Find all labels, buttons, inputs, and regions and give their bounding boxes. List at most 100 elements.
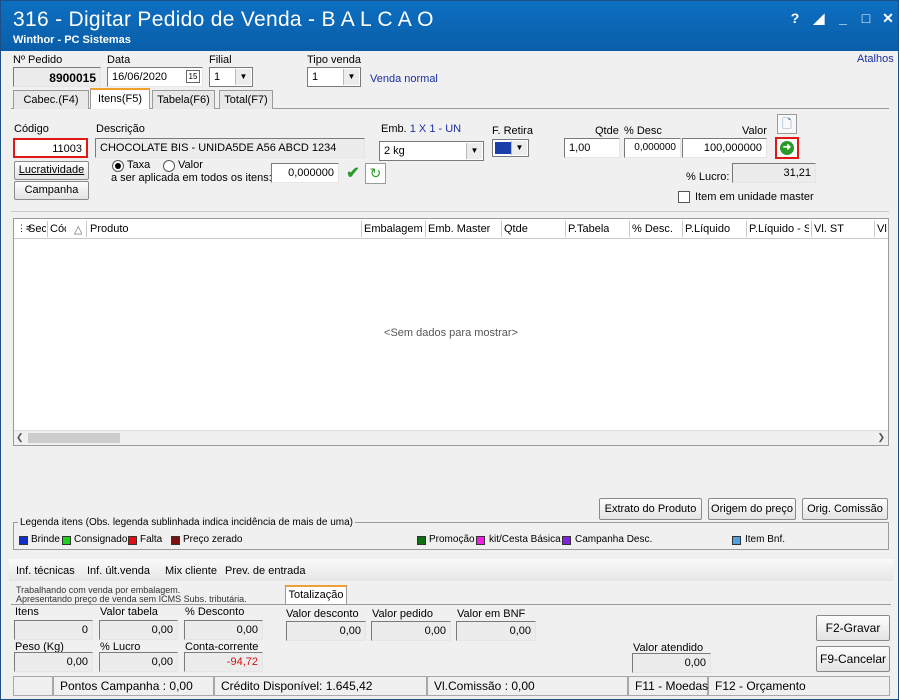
legend-campanha: Campanha Desc. (575, 534, 653, 545)
chevron-down-icon[interactable]: ▼ (235, 69, 251, 85)
status-moedas[interactable]: F11 - Moedas (628, 676, 708, 696)
col-vl[interactable]: Vl. (877, 223, 887, 235)
valor-desconto-field: 0,00 (286, 621, 366, 641)
col-qtde[interactable]: Qtde (504, 223, 528, 235)
orig-comissao-button[interactable]: Orig. Comissão (802, 498, 888, 520)
tab-totalizacao[interactable]: Totalização (285, 585, 347, 604)
scrollbar-thumb[interactable] (28, 433, 120, 443)
valor-field[interactable]: 100,000000 (682, 138, 767, 158)
gravar-button[interactable]: F2-Gravar (816, 615, 890, 641)
col-emb-master[interactable]: Emb. Master (428, 223, 490, 235)
status-orcamento[interactable]: F12 - Orçamento (708, 676, 890, 696)
data-field[interactable]: 16/06/2020 15 (107, 67, 203, 87)
desc-label: % Desc (624, 125, 662, 137)
atalhos-link[interactable]: Atalhos (857, 53, 894, 65)
close-icon[interactable]: ✕ (879, 9, 897, 27)
valor-pedido-label: Valor pedido (372, 608, 433, 620)
tab-inf-tecnicas[interactable]: Inf. técnicas (16, 565, 75, 577)
tipo-venda-desc: Venda normal (370, 73, 438, 85)
title-bar: 316 - Digitar Pedido de Venda - B A L C … (1, 1, 898, 51)
chevron-down-icon[interactable]: ▼ (466, 143, 482, 159)
legend-swatch-campanha (562, 536, 571, 545)
emb-info: 1 X 1 - UN (409, 123, 462, 135)
codigo-field[interactable]: 11003 (13, 138, 88, 158)
minimize-icon[interactable]: _ (834, 9, 852, 27)
scroll-right-icon[interactable]: ❯ (877, 432, 885, 443)
valor-bnf-field: 0,00 (456, 621, 536, 641)
fretira-label: F. Retira (492, 125, 533, 137)
main-window: 316 - Digitar Pedido de Venda - B A L C … (0, 0, 899, 700)
data-value: 16/06/2020 (112, 71, 168, 83)
legend-title: Legenda itens (Obs. legenda sublinhada i… (18, 517, 355, 528)
tab-total[interactable]: Total(F7) (219, 90, 273, 109)
emb-value: 2 kg (384, 145, 405, 157)
item-master-label: Item em unidade master (695, 191, 814, 203)
restore-icon[interactable]: ◢ (810, 9, 828, 27)
legend-swatch-preco-zerado (171, 536, 180, 545)
help-icon[interactable]: ? (786, 9, 804, 27)
window-subtitle: Winthor - PC Sistemas (13, 34, 131, 46)
emb-select[interactable]: 2 kg ▼ (379, 141, 484, 161)
codigo-label: Código (14, 123, 49, 135)
desc-field[interactable]: 0,000000 (624, 138, 681, 158)
qtde-field[interactable]: 1,00 (564, 138, 620, 158)
divider (11, 211, 889, 212)
filial-select[interactable]: 1 ▼ (209, 67, 253, 87)
legend-swatch-brinde (19, 536, 28, 545)
maximize-icon[interactable]: □ (857, 9, 875, 27)
document-icon[interactable]: 🗋 (777, 114, 797, 134)
items-grid[interactable]: ⋮≡ Sec Cóc △ Produto Embalagem Emb. Mast… (13, 218, 889, 446)
chevron-down-icon[interactable]: ▼ (511, 141, 527, 155)
tab-cabec[interactable]: Cabec.(F4) (13, 90, 89, 109)
cancelar-button[interactable]: F9-Cancelar (816, 646, 890, 672)
tab-inf-ult-venda[interactable]: Inf. últ.venda (87, 565, 150, 577)
tab-mix-cliente[interactable]: Mix cliente (165, 565, 217, 577)
itens-label: Itens (15, 606, 39, 618)
pedido-field: 8900015 (13, 67, 101, 87)
col-pliquido-s[interactable]: P.Líquido - S (749, 223, 809, 235)
tab-itens[interactable]: Itens(F5) (90, 88, 150, 109)
status-comissao: Vl.Comissão : 0,00 (427, 676, 628, 696)
pedido-label: Nº Pedido (13, 54, 63, 66)
item-master-checkbox[interactable] (678, 191, 690, 203)
valor-radio[interactable] (163, 160, 175, 172)
status-credito: Crédito Disponível: 1.645,42 (214, 676, 427, 696)
calendar-icon[interactable]: 15 (186, 70, 200, 83)
taxa-radio[interactable] (112, 160, 124, 172)
taxa-value-field[interactable]: 0,000000 (271, 163, 339, 183)
check-icon[interactable]: ✔ (344, 165, 362, 183)
conta-field: -94,72 (184, 652, 263, 672)
divider (11, 604, 891, 605)
sort-up-icon: △ (74, 224, 83, 236)
col-embalagem[interactable]: Embalagem (364, 223, 423, 235)
refresh-icon[interactable]: ↻ (365, 163, 386, 184)
col-cod[interactable]: Cóc (50, 223, 66, 235)
valor-atendido-field: 0,00 (632, 653, 711, 673)
col-separator (361, 221, 362, 237)
radio-dot (115, 163, 121, 169)
tipo-venda-select[interactable]: 1 ▼ (307, 67, 361, 87)
col-pliquido[interactable]: P.Líquido (685, 223, 730, 235)
tab-prev-entrada[interactable]: Prev. de entrada (225, 565, 306, 577)
extrato-produto-button[interactable]: Extrato do Produto (599, 498, 702, 520)
descricao-label: Descrição (96, 123, 145, 135)
legend-brinde: Brinde (31, 534, 60, 545)
col-vl-st[interactable]: Vl. ST (814, 223, 844, 235)
horizontal-scrollbar[interactable]: ❮ ❯ (14, 430, 888, 445)
add-item-button[interactable]: ➜ (775, 137, 799, 159)
origem-preco-button[interactable]: Origem do preço (708, 498, 796, 520)
legend-swatch-item-bnf (732, 536, 741, 545)
campanha-button[interactable]: Campanha (14, 181, 89, 200)
col-sec[interactable]: Sec (28, 223, 46, 235)
lucratividade-button[interactable]: Lucratividade (14, 161, 89, 180)
col-separator (682, 221, 683, 237)
col-desc[interactable]: % Desc. (632, 223, 673, 235)
col-produto[interactable]: Produto (90, 223, 129, 235)
fretira-select[interactable]: ▼ (492, 139, 529, 157)
valor-bnf-label: Valor em BNF (457, 608, 526, 620)
scroll-left-icon[interactable]: ❮ (16, 432, 24, 443)
chevron-down-icon[interactable]: ▼ (343, 69, 359, 85)
aplicada-label: a ser aplicada em todos os itens: (111, 172, 272, 184)
tab-tabela[interactable]: Tabela(F6) (152, 90, 215, 109)
col-ptabela[interactable]: P.Tabela (568, 223, 609, 235)
